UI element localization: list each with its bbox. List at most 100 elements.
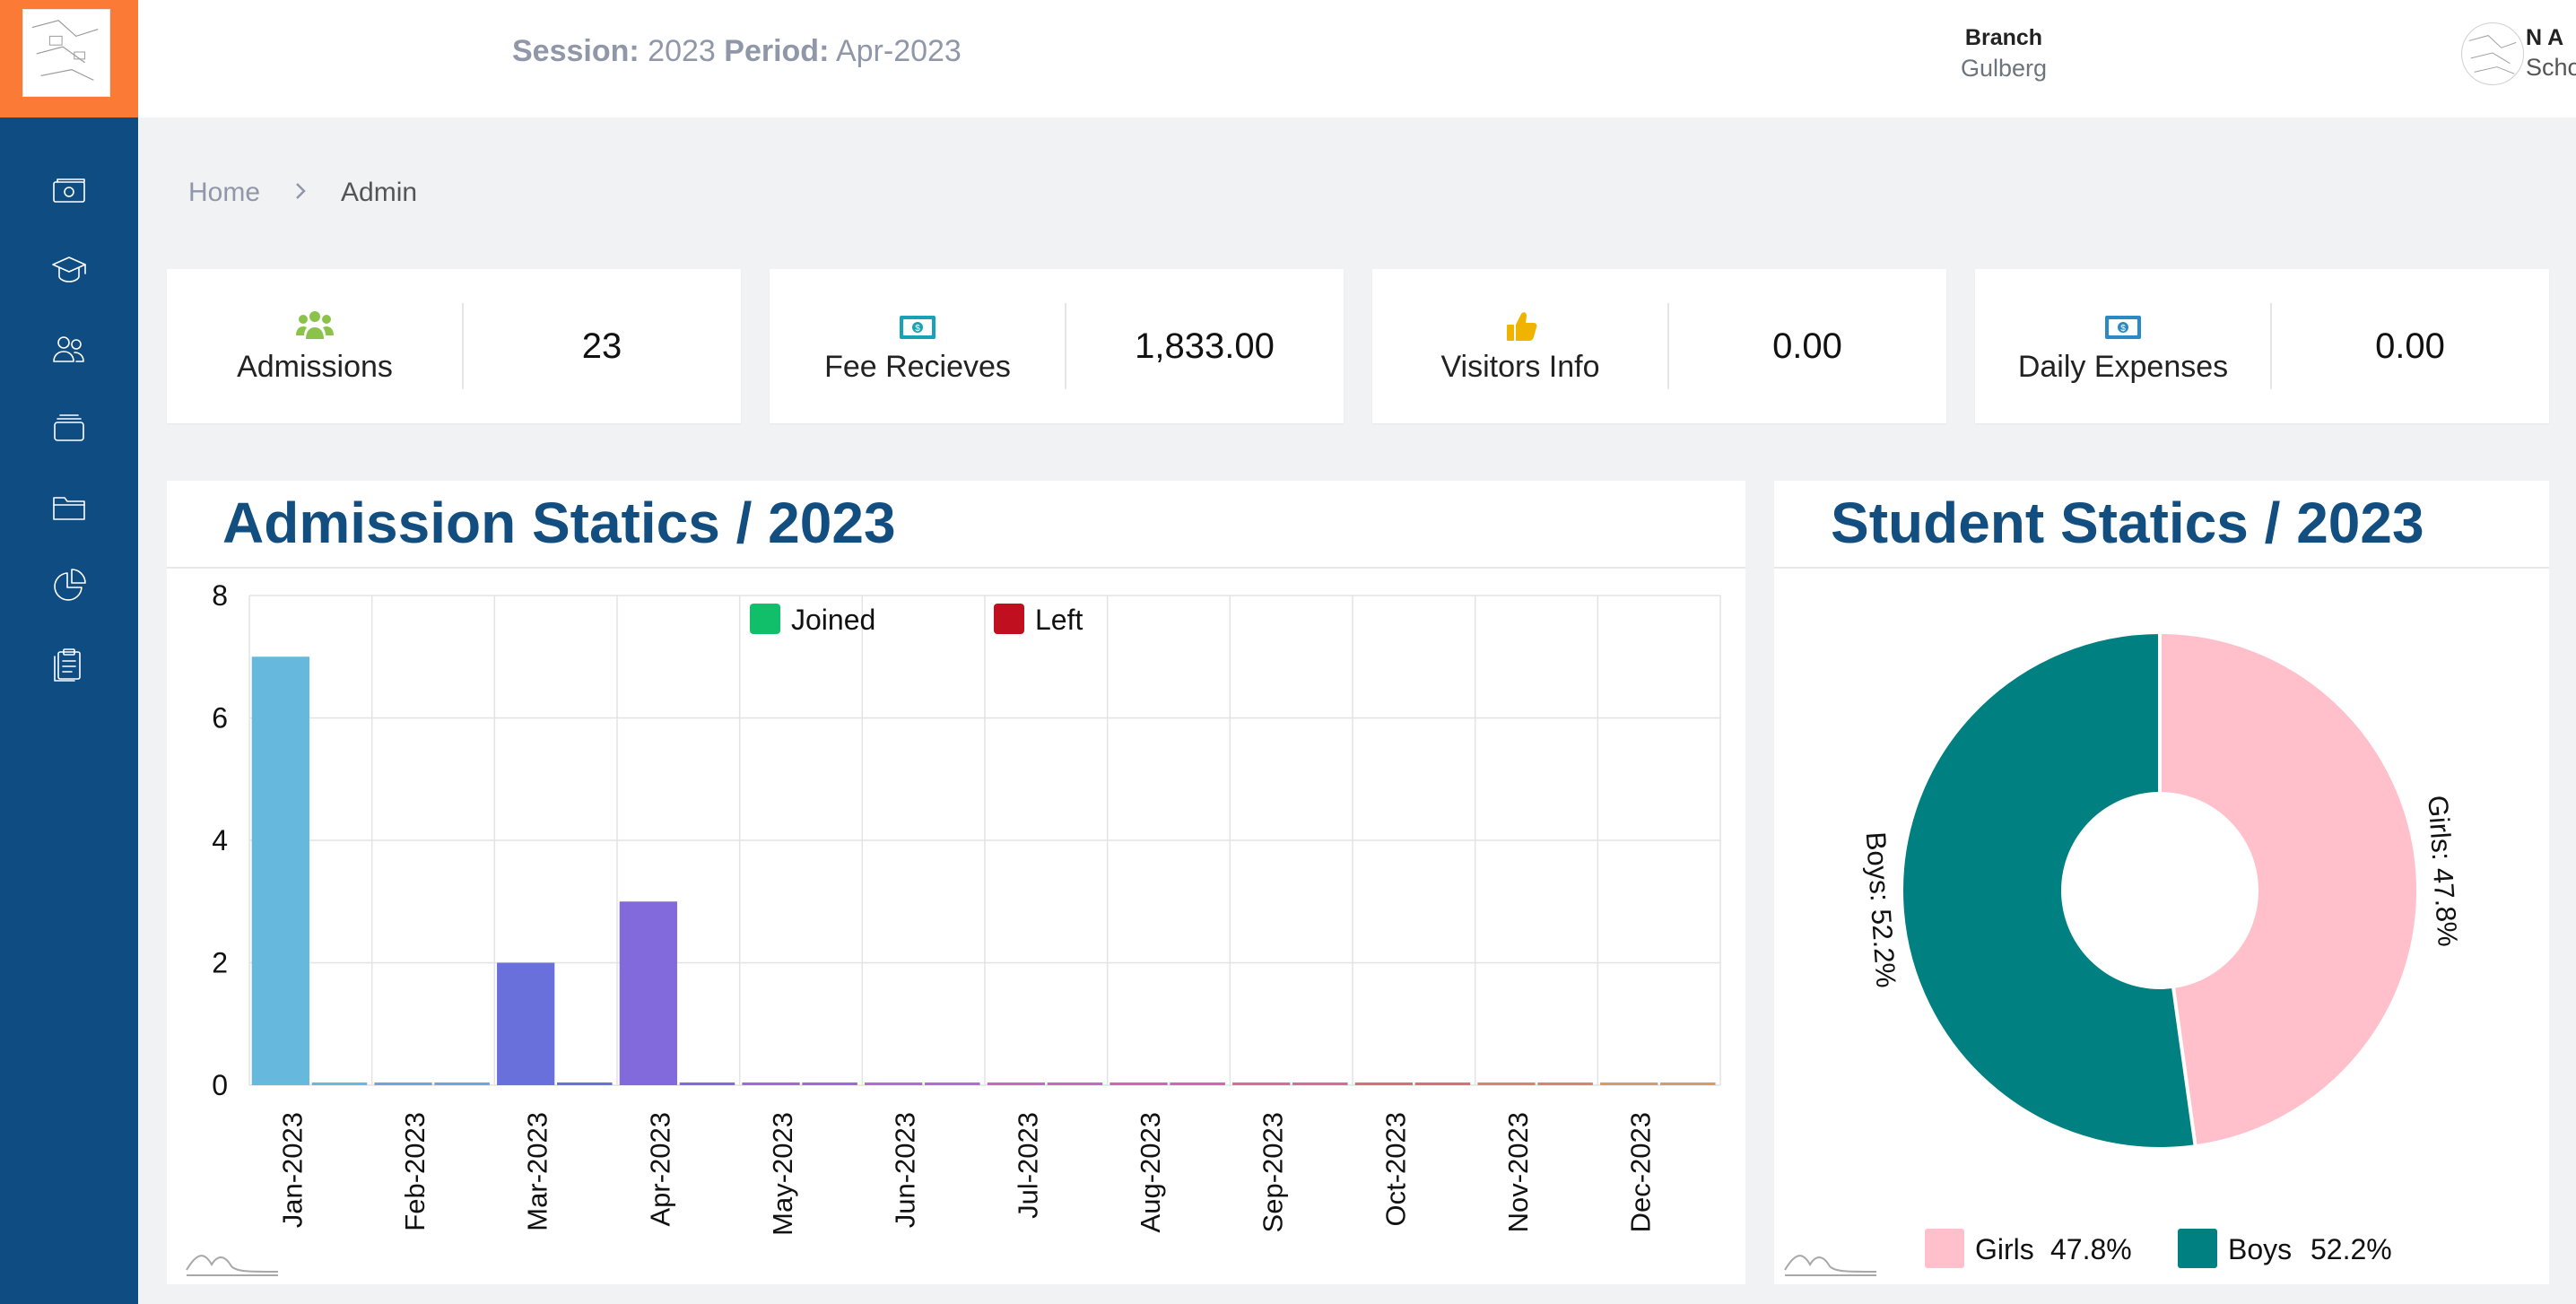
- admissions-card[interactable]: Admissions 23: [167, 269, 741, 423]
- y-tick-label: 6: [212, 702, 228, 735]
- bar-left: [1660, 1082, 1716, 1085]
- bar-left: [434, 1082, 490, 1085]
- admission-statics-panel: Admission Statics / 2023 0 2 4 6 8 Jan-2023 Fe…: [167, 481, 1745, 1284]
- bar-left: [557, 1082, 613, 1085]
- bar-joined-zero: [987, 1082, 1045, 1085]
- donut-hole: [2061, 792, 2258, 989]
- bar-joined-zero: [1232, 1082, 1291, 1085]
- breadcrumb-home-link[interactable]: Home: [188, 178, 260, 208]
- folder-icon[interactable]: [47, 484, 91, 529]
- x-tick-label: Aug-2023: [1135, 1112, 1166, 1232]
- card-value: 0.00: [1772, 326, 1842, 366]
- chart-watermark-icon: [185, 1245, 280, 1277]
- branch-value: Gulberg: [1960, 55, 2048, 82]
- x-tick-label: Jul-2023: [1012, 1112, 1043, 1219]
- user-name[interactable]: N A: [2526, 25, 2563, 51]
- money-icon: $: [896, 309, 939, 344]
- pie-value-label: Girls: 47.8%: [2422, 795, 2464, 948]
- bar-left: [679, 1082, 735, 1085]
- chart-watermark-icon: [1783, 1245, 1878, 1277]
- thumbs-up-icon: [1499, 309, 1542, 344]
- bar-left: [1537, 1082, 1593, 1085]
- pie-value-label: Boys: 52.2%: [1860, 831, 1902, 989]
- money-icon[interactable]: [47, 169, 91, 213]
- student-statics-panel: Student Statics / 2023 Girls: 47.8% Boys:…: [1774, 481, 2549, 1284]
- legend-label: Boys: [2228, 1233, 2292, 1265]
- bar-joined-zero: [865, 1082, 923, 1085]
- x-tick-label: Jan-2023: [276, 1112, 308, 1228]
- x-tick-label: Oct-2023: [1379, 1112, 1411, 1227]
- bar-joined-zero: [1110, 1082, 1168, 1085]
- y-tick-label: 0: [212, 1069, 228, 1101]
- bar-joined-zero: [742, 1082, 800, 1085]
- bar-joined-zero: [374, 1082, 432, 1085]
- card-label: Admissions: [237, 349, 393, 384]
- card-label: Visitors Info: [1440, 349, 1600, 384]
- chevron-right-icon: [291, 178, 310, 208]
- legend-value: 52.2%: [2311, 1233, 2392, 1265]
- visitors-card-label-area: Visitors Info: [1372, 269, 1668, 423]
- bar-left: [925, 1082, 980, 1085]
- bar-joined-zero: [1600, 1082, 1658, 1085]
- legend-label: Joined: [791, 604, 875, 636]
- card-value: 0.00: [2375, 326, 2445, 366]
- legend-swatch: [1925, 1229, 1964, 1268]
- clipboard-icon[interactable]: [47, 642, 91, 687]
- graduation-cap-icon[interactable]: [47, 248, 91, 292]
- sidebar: [0, 0, 138, 1304]
- branch-label: Branch: [1964, 25, 2043, 50]
- x-tick-label: Feb-2023: [399, 1112, 431, 1231]
- y-tick-label: 2: [212, 947, 228, 979]
- y-tick-label: 8: [212, 579, 228, 612]
- expenses-card-label-area: $ Daily Expenses: [1975, 269, 2271, 423]
- period-label: Period:: [724, 34, 830, 68]
- x-tick-label: Sep-2023: [1258, 1112, 1289, 1232]
- branch-info: Branch Gulberg: [1914, 25, 2093, 83]
- x-tick-label: Mar-2023: [522, 1112, 553, 1231]
- fee-card-label-area: $ Fee Recieves: [770, 269, 1066, 423]
- layers-icon[interactable]: [47, 405, 91, 450]
- x-tick-label: Nov-2023: [1502, 1112, 1534, 1232]
- session-period-info: Session: 2023 Period: Apr-2023: [512, 34, 962, 69]
- bar-joined-zero: [1477, 1082, 1536, 1085]
- breadcrumb-current: Admin: [341, 178, 418, 207]
- visitors-info-card[interactable]: Visitors Info 0.00: [1372, 269, 1946, 423]
- money-icon: $: [2102, 309, 2145, 344]
- x-tick-label: Dec-2023: [1625, 1112, 1657, 1232]
- bar-left: [311, 1082, 368, 1085]
- bar-left: [1047, 1082, 1103, 1085]
- x-tick-label: May-2023: [767, 1112, 798, 1236]
- bar-left: [1170, 1082, 1225, 1085]
- bar-joined: [251, 656, 309, 1085]
- pie-chart-icon[interactable]: [47, 563, 91, 608]
- legend-swatch: [994, 604, 1024, 634]
- users-icon: [293, 309, 336, 344]
- admission-bar-chart: 0 2 4 6 8 Jan-2023 Feb-2023 Mar-2023 Apr-2023 May…: [212, 579, 1721, 1236]
- card-value: 23: [581, 326, 622, 366]
- legend-swatch: [2178, 1229, 2217, 1268]
- student-pie-chart: Girls: 47.8% Boys: 52.2% Girls 47.8% Boys 52.…: [1860, 630, 2464, 1268]
- card-label: Daily Expenses: [2017, 349, 2229, 384]
- fee-recieves-card[interactable]: $ Fee Recieves 1,833.00: [770, 269, 1344, 423]
- card-label: Fee Recieves: [824, 349, 1011, 384]
- period-value: Apr-2023: [835, 34, 962, 68]
- avatar[interactable]: [2461, 22, 2524, 85]
- logo-area: [0, 0, 138, 117]
- school-logo[interactable]: [22, 9, 110, 97]
- session-label: Session:: [512, 34, 640, 68]
- daily-expenses-card[interactable]: $ Daily Expenses 0.00: [1975, 269, 2549, 423]
- bar-joined-zero: [1354, 1082, 1413, 1085]
- breadcrumb: Home Admin: [188, 178, 417, 208]
- legend-label: Girls: [1975, 1233, 2034, 1265]
- bar-left: [1414, 1082, 1471, 1085]
- card-value: 1,833.00: [1135, 326, 1275, 366]
- legend-label: Left: [1035, 604, 1083, 636]
- bar-left: [802, 1082, 857, 1085]
- session-value: 2023: [648, 34, 716, 68]
- users-icon[interactable]: [47, 326, 91, 371]
- x-tick-label: Apr-2023: [644, 1112, 675, 1227]
- bar-joined: [497, 962, 555, 1085]
- legend-swatch: [750, 604, 780, 634]
- x-tick-label: Jun-2023: [890, 1112, 921, 1228]
- user-role: School Admin: [2526, 54, 2576, 81]
